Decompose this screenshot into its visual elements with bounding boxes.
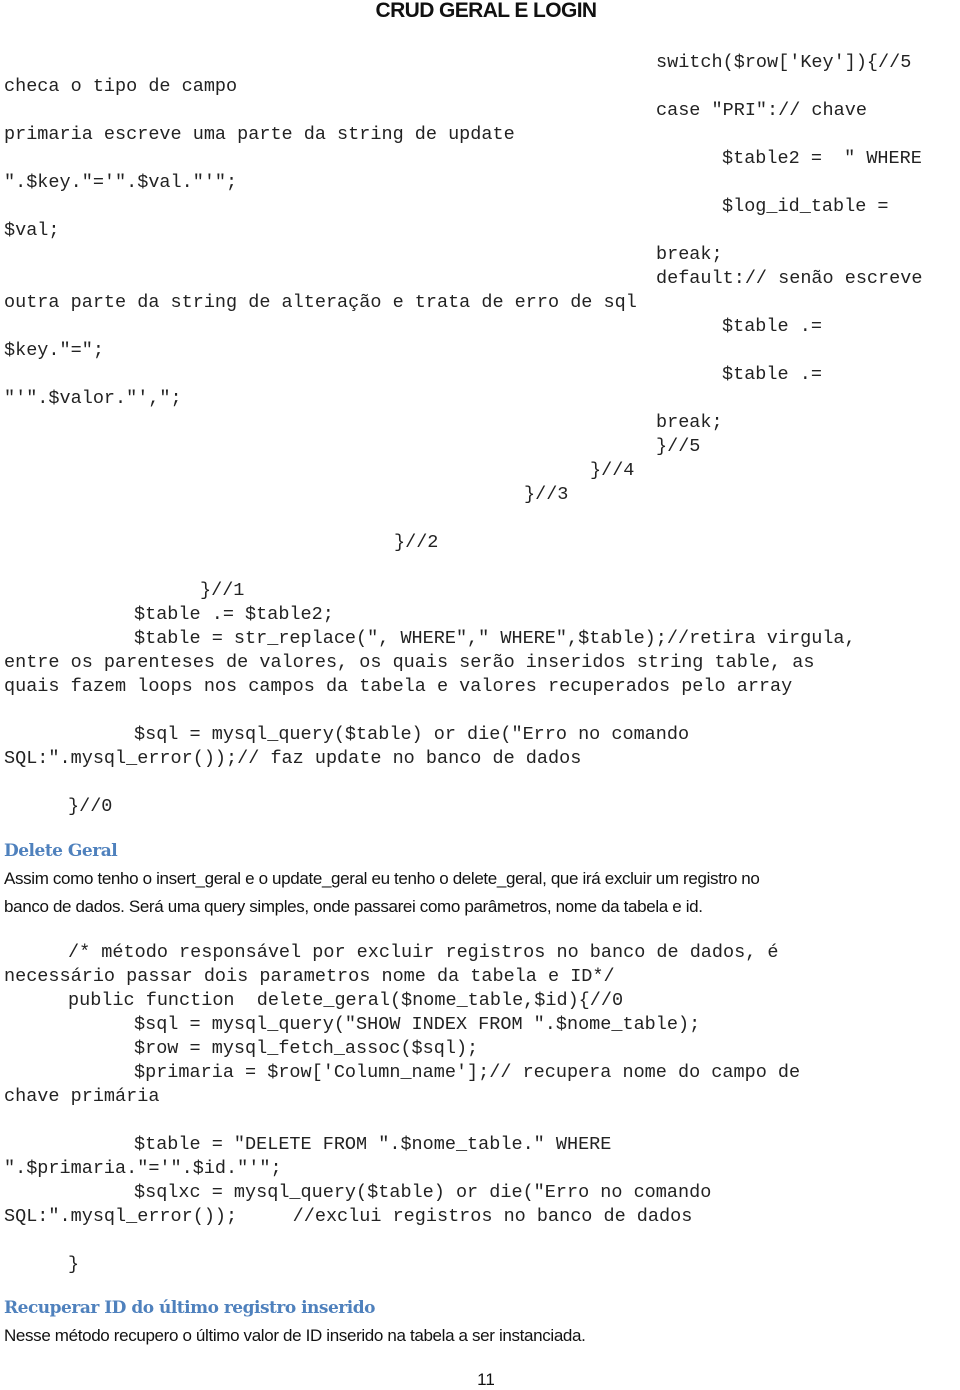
code-line: break; bbox=[656, 244, 723, 265]
page-number: 11 bbox=[477, 1370, 495, 1389]
code-line: default:// senão escreve bbox=[656, 268, 923, 289]
paragraph-line: Assim como tenho o insert_geral e o upda… bbox=[4, 869, 760, 888]
code-line: $sql = mysql_query("SHOW INDEX FROM ".$n… bbox=[134, 1014, 701, 1035]
code-line: entre os parenteses de valores, os quais… bbox=[4, 652, 815, 673]
code-line: }//5 bbox=[656, 436, 701, 457]
code-line: quais fazem loops nos campos da tabela e… bbox=[4, 676, 793, 697]
code-line: }//0 bbox=[68, 796, 113, 817]
code-line: break; bbox=[656, 412, 723, 433]
code-line: primaria escreve uma parte da string de … bbox=[4, 124, 515, 145]
code-line: ".$key."='".$val."'"; bbox=[4, 172, 238, 193]
document-page: CRUD GERAL E LOGIN switch($row['Key']){/… bbox=[0, 0, 960, 1389]
code-line: SQL:".mysql_error()); //exclui registros… bbox=[4, 1206, 693, 1227]
code-line: $sqlxc = mysql_query($table) or die("Err… bbox=[134, 1182, 712, 1203]
code-line: $row = mysql_fetch_assoc($sql); bbox=[134, 1038, 479, 1059]
code-line: "'".$valor."',"; bbox=[4, 388, 182, 409]
section-heading-delete: Delete Geral bbox=[4, 841, 118, 861]
code-line: SQL:".mysql_error());// faz update no ba… bbox=[4, 748, 582, 769]
code-line: }//3 bbox=[524, 484, 569, 505]
code-line: checa o tipo de campo bbox=[4, 76, 238, 97]
code-line: $table .= bbox=[722, 364, 822, 385]
document-title: CRUD GERAL E LOGIN bbox=[375, 0, 598, 22]
code-line: ".$primaria."='".$id."'"; bbox=[4, 1158, 282, 1179]
code-line: }//1 bbox=[200, 580, 245, 601]
code-line: chave primária bbox=[4, 1086, 160, 1107]
code-line: }//2 bbox=[394, 532, 439, 553]
code-line: $log_id_table = bbox=[722, 196, 889, 217]
code-line: $key."="; bbox=[4, 340, 104, 361]
code-line: $primaria = $row['Column_name'];// recup… bbox=[134, 1062, 801, 1083]
code-line: outra parte da string de alteração e tra… bbox=[4, 292, 637, 313]
code-line: $table = "DELETE FROM ".$nome_table." WH… bbox=[134, 1134, 612, 1155]
paragraph-line: banco de dados. Será uma query simples, … bbox=[4, 897, 703, 916]
code-line: $table = str_replace(", WHERE"," WHERE",… bbox=[134, 628, 856, 649]
code-line: $table .= bbox=[722, 316, 822, 337]
code-line: case "PRI":// chave bbox=[656, 100, 867, 121]
section-heading-recover-id: Recuperar ID do último registro inserido bbox=[4, 1298, 375, 1318]
code-line: } bbox=[68, 1254, 80, 1275]
code-line: necessário passar dois parametros nome d… bbox=[4, 966, 615, 987]
paragraph-line: Nesse método recupero o último valor de … bbox=[4, 1326, 586, 1345]
code-line: /* método responsável por excluir regist… bbox=[68, 942, 779, 963]
code-line: }//4 bbox=[590, 460, 635, 481]
code-line: $sql = mysql_query($table) or die("Erro … bbox=[134, 724, 690, 745]
code-line: $table2 = " WHERE bbox=[722, 148, 922, 169]
code-line: $table .= $table2; bbox=[134, 604, 334, 625]
code-line: switch($row['Key']){//5 bbox=[656, 52, 912, 73]
code-line: public function delete_geral($nome_table… bbox=[68, 990, 624, 1011]
code-line: $val; bbox=[4, 220, 60, 241]
